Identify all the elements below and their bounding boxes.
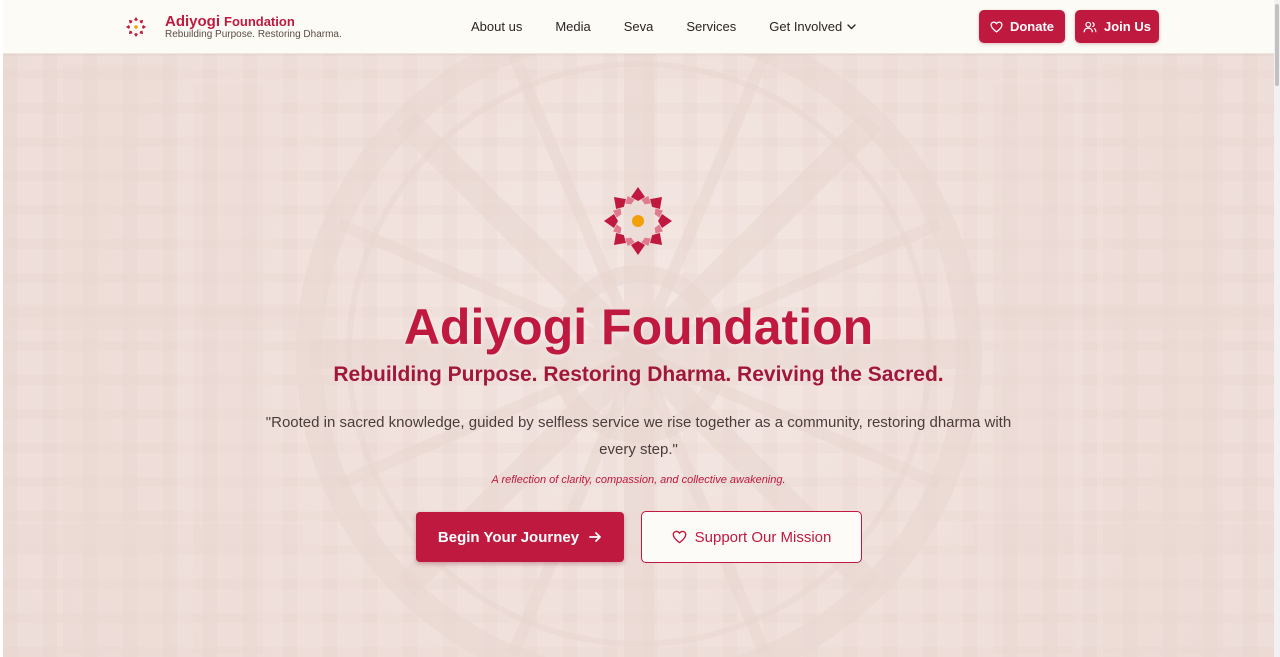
- nav-media[interactable]: Media: [555, 19, 590, 34]
- nav-label: Services: [686, 19, 737, 34]
- brand-logo[interactable]: Adiyogi Foundation Rebuilding Purpose. R…: [125, 14, 342, 40]
- nav-label: Get Involved: [769, 19, 843, 34]
- site-header: Adiyogi Foundation Rebuilding Purpose. R…: [3, 0, 1274, 54]
- users-icon: [1083, 21, 1097, 32]
- support-mission-button[interactable]: Support Our Mission: [641, 511, 862, 563]
- brand-suffix: Foundation: [224, 14, 295, 29]
- nav-get-involved[interactable]: Get Involved: [769, 19, 856, 34]
- nav-about-us[interactable]: About us: [471, 19, 522, 34]
- begin-journey-label: Begin Your Journey: [437, 528, 580, 546]
- hero-title: Adiyogi Foundation: [403, 299, 874, 355]
- mandala-icon: [604, 187, 672, 255]
- main-nav: About us Media Seva Services Get Involve…: [471, 19, 889, 34]
- join-us-label: Join Us: [1104, 19, 1151, 34]
- mandala-icon: [126, 17, 146, 37]
- scrollbar[interactable]: [1274, 0, 1280, 657]
- arrow-right-icon: [589, 532, 601, 542]
- nav-label: Seva: [623, 19, 654, 34]
- brand-tagline: Rebuilding Purpose. Restoring Dharma.: [165, 29, 342, 40]
- donate-button[interactable]: Donate: [979, 10, 1065, 43]
- nav-services[interactable]: Services: [686, 19, 736, 34]
- nav-label: Media: [555, 19, 591, 34]
- begin-journey-button[interactable]: Begin Your Journey: [416, 512, 624, 562]
- hero-section: Adiyogi Foundation Rebuilding Purpose. R…: [3, 54, 1274, 657]
- join-us-button[interactable]: Join Us: [1075, 10, 1159, 43]
- nav-seva[interactable]: Seva: [624, 19, 654, 34]
- support-mission-label: Support Our Mission: [694, 528, 832, 546]
- heart-icon: [672, 530, 687, 544]
- hero-note: A reflection of clarity, compassion, and…: [491, 474, 786, 486]
- hero-quote: "Rooted in sacred knowledge, guided by s…: [265, 414, 1012, 458]
- donate-label: Donate: [1009, 19, 1055, 34]
- scrollbar-thumb[interactable]: [1275, 4, 1279, 86]
- nav-label: About us: [471, 19, 523, 34]
- page: Adiyogi Foundation Rebuilding Purpose. R…: [3, 0, 1274, 657]
- hero-subtitle: Rebuilding Purpose. Restoring Dharma. Re…: [333, 363, 944, 386]
- chevron-down-icon: [847, 23, 856, 29]
- brand-name: Adiyogi: [165, 13, 220, 30]
- heart-icon: [990, 20, 1003, 33]
